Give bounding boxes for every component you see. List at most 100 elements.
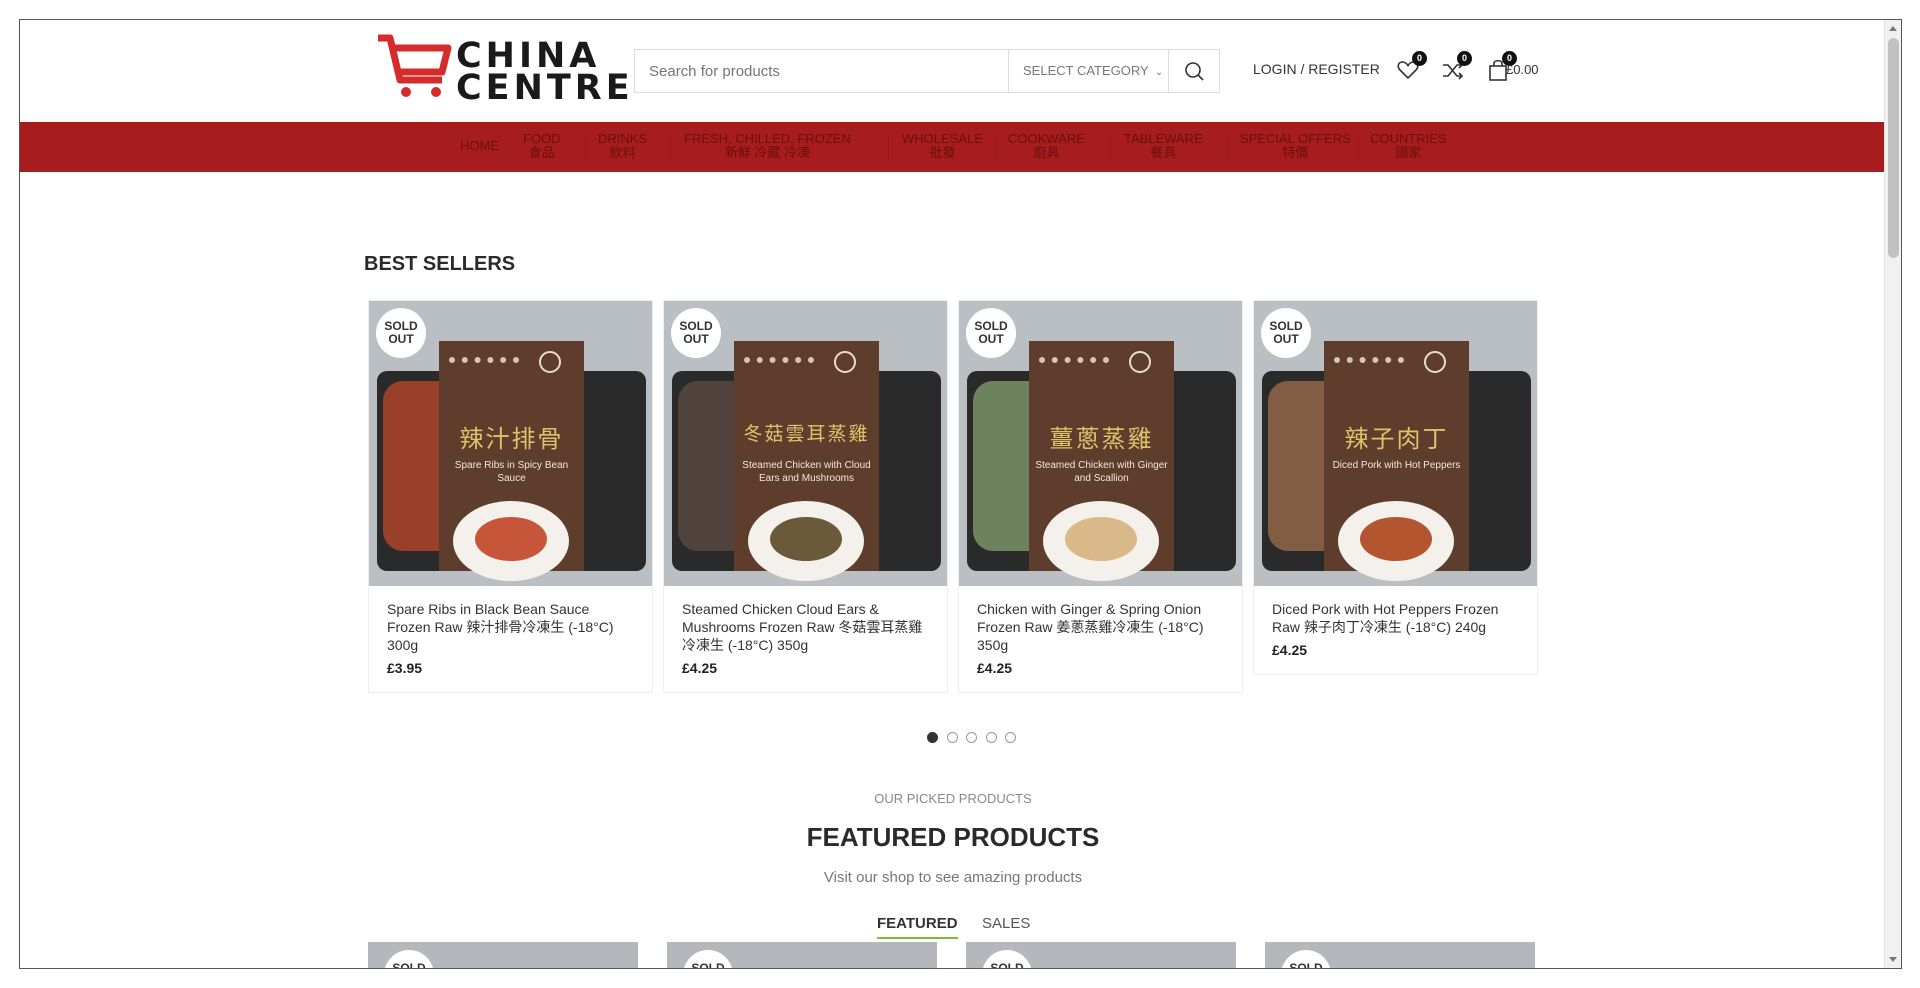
nav-item-food[interactable]: FOOD 食品: [523, 132, 561, 160]
sold-out-line-1: SOLD: [990, 961, 1024, 969]
wishlist-count-badge: 0: [1412, 51, 1427, 66]
nav-item-fresh-chilled-frozen[interactable]: FRESH, CHILLED, FROZEN 新鮮 冷藏 冷凍: [684, 132, 851, 160]
sold-out-line-2: OUT: [683, 332, 709, 346]
globe-logo-icon: [539, 351, 561, 373]
tab-featured[interactable]: FEATURED: [877, 915, 958, 939]
best-sellers-heading: BEST SELLERS: [364, 253, 516, 275]
scroll-down-arrow-icon[interactable]: [1889, 957, 1897, 962]
product-card[interactable]: 辣子肉丁 Diced Pork with Hot Peppers SOLD OU…: [1253, 300, 1538, 675]
tab-sales[interactable]: SALES: [982, 915, 1030, 937]
sold-out-line-1: SOLD: [392, 961, 426, 969]
product-name[interactable]: Chicken with Ginger & Spring Onion Froze…: [977, 600, 1224, 654]
package-label: 辣子肉丁 Diced Pork with Hot Peppers: [1324, 341, 1469, 581]
package-label-chinese: 辣汁排骨: [459, 425, 564, 453]
product-price: £4.25: [1272, 642, 1308, 658]
package-label-english: Diced Pork with Hot Peppers: [1332, 460, 1461, 471]
featured-product-card[interactable]: SOLD: [667, 942, 937, 969]
product-price: £4.25: [977, 660, 1013, 676]
product-card[interactable]: 辣汁排骨 Spare Ribs in Spicy Bean Sauce SOLD…: [368, 300, 653, 693]
sold-out-badge: SOLD: [982, 950, 1032, 969]
sold-out-badge: SOLD: [1281, 950, 1331, 968]
sold-out-line-2: OUT: [388, 332, 414, 346]
login-register-link[interactable]: LOGIN / REGISTER: [1253, 61, 1380, 77]
label-dots: [1039, 357, 1109, 365]
category-select-label: SELECT CATEGORY: [1023, 63, 1149, 78]
sold-out-badge: SOLD OUT: [376, 308, 426, 358]
featured-product-card[interactable]: SOLD: [368, 942, 638, 969]
product-name[interactable]: Diced Pork with Hot Peppers Frozen Raw 辣…: [1272, 600, 1519, 636]
scrollbar-thumb[interactable]: [1888, 38, 1899, 258]
package-label: 薑蔥蒸雞 Steamed Chicken with Ginger and Sca…: [1029, 341, 1174, 581]
dish-food: [1360, 517, 1432, 561]
product-image[interactable]: 辣汁排骨 Spare Ribs in Spicy Bean Sauce SOLD…: [369, 301, 652, 586]
nav-item-label: COOKWARE: [1008, 131, 1085, 146]
featured-eyebrow: OUR PICKED PRODUCTS: [874, 791, 1032, 806]
site-logo[interactable]: CHINA CENTRE: [376, 34, 630, 106]
globe-logo-icon: [1424, 351, 1446, 373]
package-label-english: Spare Ribs in Spicy Bean Sauce: [454, 460, 569, 484]
dish-food: [770, 517, 842, 561]
nav-divider: [670, 136, 671, 160]
logo-line-2: CENTRE: [456, 68, 634, 108]
product-info: Diced Pork with Hot Peppers Frozen Raw 辣…: [1254, 586, 1537, 674]
nav-divider: [1358, 136, 1359, 160]
package-label-english: Steamed Chicken with Cloud Ears and Mush…: [742, 460, 871, 484]
label-dots: [744, 357, 814, 365]
package-label-chinese: 辣子肉丁: [1344, 425, 1449, 453]
product-name[interactable]: Spare Ribs in Black Bean Sauce Frozen Ra…: [387, 600, 634, 654]
carousel-dot-4[interactable]: [986, 732, 997, 743]
carousel-dot-2[interactable]: [947, 732, 958, 743]
category-select[interactable]: SELECT CATEGORY ⌄: [1008, 50, 1168, 92]
wishlist-button[interactable]: 0: [1395, 51, 1427, 83]
nav-item-tableware[interactable]: TABLEWARE 餐具: [1124, 132, 1203, 160]
featured-product-card[interactable]: SOLD: [966, 942, 1236, 969]
nav-divider: [1110, 136, 1111, 160]
product-info: Chicken with Ginger & Spring Onion Froze…: [959, 586, 1242, 692]
nav-item-countries[interactable]: COUNTRIES 國家: [1370, 132, 1447, 160]
compare-button[interactable]: 0: [1440, 51, 1472, 83]
nav-item-label: HOME: [460, 138, 499, 153]
nav-item-special-offers[interactable]: SPECIAL OFFERS 特價: [1240, 132, 1351, 160]
search-button[interactable]: [1168, 50, 1219, 92]
nav-item-sublabel: 飲料: [609, 145, 636, 160]
nav-item-wholesale[interactable]: WHOLESALE 批發: [902, 132, 983, 160]
featured-heading: FEATURED PRODUCTS: [806, 822, 1100, 852]
featured-product-card[interactable]: SOLD: [1265, 942, 1535, 968]
product-card[interactable]: 冬菇雲耳蒸雞 Steamed Chicken with Cloud Ears a…: [663, 300, 948, 693]
dish-plate: [748, 501, 864, 581]
sold-out-badge: SOLD OUT: [671, 308, 721, 358]
product-image[interactable]: 薑蔥蒸雞 Steamed Chicken with Ginger and Sca…: [959, 301, 1242, 586]
sold-out-line-2: OUT: [978, 332, 1004, 346]
sold-out-line-1: SOLD: [691, 961, 725, 969]
product-name[interactable]: Steamed Chicken Cloud Ears & Mushrooms F…: [682, 600, 929, 654]
dish-food: [475, 517, 547, 561]
nav-divider: [995, 136, 996, 160]
package-label-chinese: 薑蔥蒸雞: [1049, 425, 1154, 453]
nav-item-sublabel: 批發: [929, 145, 956, 160]
nav-item-home[interactable]: HOME: [460, 139, 499, 153]
page-scrollbar[interactable]: [1884, 20, 1901, 968]
carousel-dot-3[interactable]: [966, 732, 977, 743]
label-dots: [449, 357, 519, 365]
package-label: 冬菇雲耳蒸雞 Steamed Chicken with Cloud Ears a…: [734, 341, 879, 581]
product-price: £3.95: [387, 660, 423, 676]
featured-subtitle: Visit our shop to see amazing products: [823, 869, 1083, 886]
nav-item-sublabel: 新鮮 冷藏 冷凍: [724, 145, 811, 160]
package-label-chinese: 冬菇雲耳蒸雞: [743, 423, 870, 445]
scroll-up-arrow-icon[interactable]: [1889, 26, 1897, 31]
carousel-dot-5[interactable]: [1005, 732, 1016, 743]
nav-item-cookware[interactable]: COOKWARE 廚具: [1008, 132, 1085, 160]
globe-logo-icon: [834, 351, 856, 373]
nav-item-label: DRINKS: [598, 131, 648, 146]
search-input[interactable]: [635, 50, 1007, 92]
chevron-down-icon: ⌄: [1154, 67, 1164, 78]
product-image[interactable]: 辣子肉丁 Diced Pork with Hot Peppers SOLD OU…: [1254, 301, 1537, 586]
sold-out-badge: SOLD: [384, 950, 434, 969]
product-card[interactable]: 薑蔥蒸雞 Steamed Chicken with Ginger and Sca…: [958, 300, 1243, 693]
nav-item-drinks[interactable]: DRINKS 飲料: [598, 132, 647, 160]
carousel-dot-1[interactable]: [927, 732, 938, 743]
cart-total[interactable]: £0.00: [1506, 62, 1539, 77]
product-info: Steamed Chicken Cloud Ears & Mushrooms F…: [664, 586, 947, 692]
nav-item-sublabel: 特價: [1282, 145, 1309, 160]
product-image[interactable]: 冬菇雲耳蒸雞 Steamed Chicken with Cloud Ears a…: [664, 301, 947, 586]
